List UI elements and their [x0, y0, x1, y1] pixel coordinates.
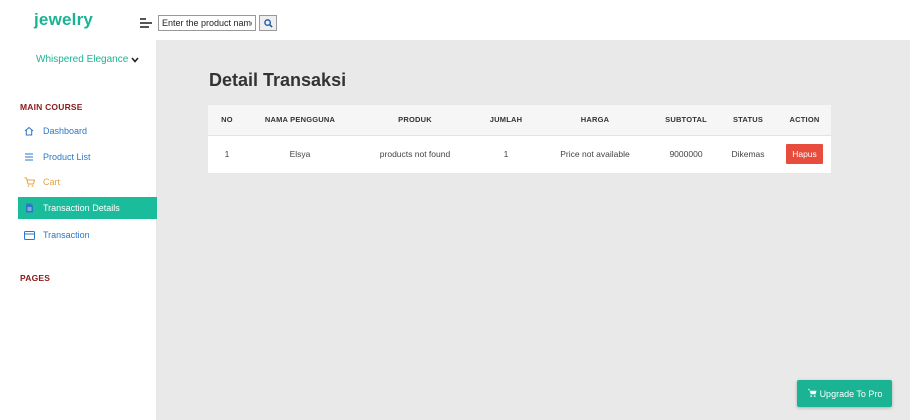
sidebar-item-label: Product List: [43, 152, 91, 162]
store-name: Whispered Elegance: [36, 54, 129, 65]
sidebar-item-product-list[interactable]: Product List: [18, 146, 157, 168]
app-frame: jewelry Whispered Elegance MAIN COURSE D…: [0, 0, 910, 420]
cell-no: 1: [208, 135, 246, 173]
column-header-no: NO: [208, 105, 246, 136]
sidebar-item-label: Transaction: [43, 230, 90, 240]
transaction-table: NO NAMA PENGGUNA PRODUK JUMLAH HARGA SUB…: [208, 105, 831, 173]
column-header-status: STATUS: [718, 105, 778, 136]
sidebar-item-cart[interactable]: Cart: [18, 171, 157, 193]
section-label-main-course: MAIN COURSE: [20, 102, 83, 112]
table-row: 1 Elsya products not found 1 Price not a…: [208, 135, 831, 173]
column-header-action: ACTION: [778, 105, 831, 136]
sidebar-item-transaction[interactable]: Transaction: [18, 224, 157, 246]
page-title: Detail Transaksi: [209, 70, 347, 90]
menu-toggle-icon[interactable]: [140, 18, 152, 28]
search-icon: [263, 18, 273, 28]
home-icon: [23, 126, 35, 136]
sidebar-item-label: Cart: [43, 177, 61, 187]
sidebar-item-transaction-details[interactable]: Transaction Details: [18, 197, 157, 219]
credit-card-icon: [23, 230, 35, 240]
table-header-row: NO NAMA PENGGUNA PRODUK JUMLAH HARGA SUB…: [208, 105, 831, 136]
chevron-down-icon: [131, 55, 139, 65]
sidebar-item-dashboard[interactable]: Dashboard: [18, 120, 157, 142]
sidebar: Whispered Elegance MAIN COURSE Dashboard…: [18, 40, 157, 420]
top-bar: jewelry: [18, 6, 910, 40]
list-icon: [23, 153, 35, 161]
column-header-subtotal: SUBTOTAL: [654, 105, 718, 136]
search-button[interactable]: [259, 15, 277, 31]
cell-subtotal: 9000000: [654, 135, 718, 173]
cart-icon: [23, 177, 35, 187]
brand-logo[interactable]: jewelry: [34, 10, 93, 30]
cell-product: products not found: [354, 135, 476, 173]
cart-icon: [807, 388, 817, 399]
upgrade-label: Upgrade To Pro: [819, 388, 883, 399]
column-header-price: HARGA: [536, 105, 654, 136]
main-content: Detail Transaksi NO NAMA PENGGUNA PRODUK…: [157, 40, 910, 420]
sidebar-item-label: Transaction Details: [43, 203, 120, 213]
cell-action: Hapus: [778, 135, 831, 173]
column-header-product: PRODUK: [354, 105, 476, 136]
upgrade-to-pro-button[interactable]: Upgrade To Pro: [797, 380, 892, 407]
search-input[interactable]: [158, 15, 256, 31]
column-header-user: NAMA PENGGUNA: [246, 105, 354, 136]
cell-price: Price not available: [536, 135, 654, 173]
section-label-pages: PAGES: [20, 273, 51, 283]
store-switcher[interactable]: Whispered Elegance: [36, 54, 139, 65]
sidebar-item-label: Dashboard: [43, 126, 88, 136]
delete-button[interactable]: Hapus: [786, 144, 823, 165]
cell-status: Dikemas: [718, 135, 778, 173]
column-header-qty: JUMLAH: [476, 105, 536, 136]
document-icon: [23, 203, 35, 213]
cell-user: Elsya: [246, 135, 354, 173]
cell-qty: 1: [476, 135, 536, 173]
